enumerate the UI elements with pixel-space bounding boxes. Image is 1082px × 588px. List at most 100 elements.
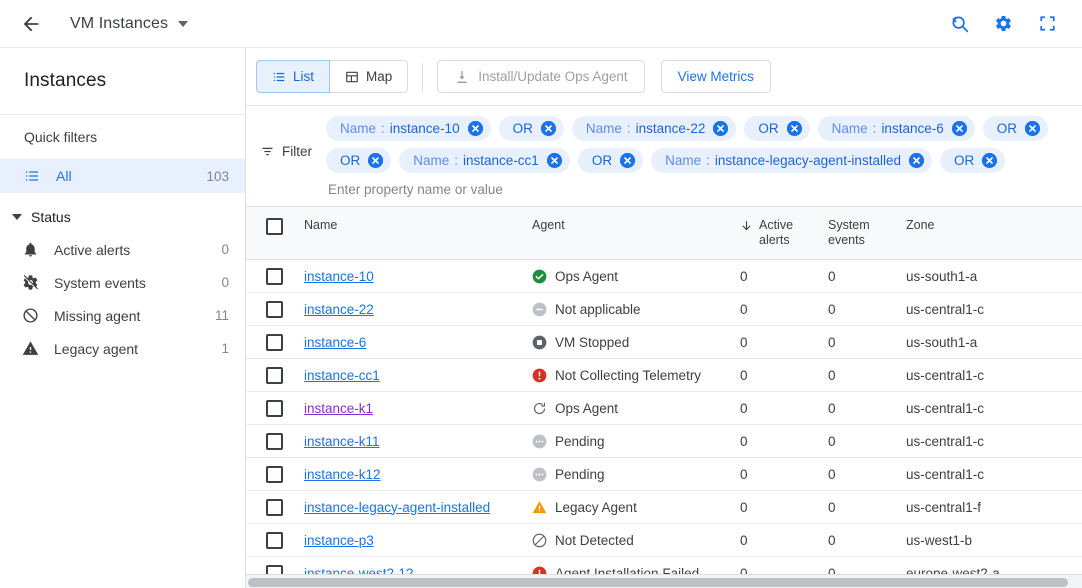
filter-chip-operator-label: OR bbox=[592, 153, 612, 168]
column-header-zone[interactable]: Zone bbox=[906, 207, 1082, 260]
chip-remove-icon[interactable] bbox=[620, 153, 635, 168]
cell-system-events: 0 bbox=[828, 524, 906, 557]
select-all-checkbox[interactable] bbox=[266, 218, 283, 235]
table-row[interactable]: instance-22Not applicable00us-central1-c bbox=[246, 293, 1082, 326]
filter-chip-operator[interactable]: OR bbox=[983, 116, 1048, 141]
agent-status-label: Not applicable bbox=[555, 302, 641, 317]
sidebar-item-missing-agent[interactable]: Missing agent 11 bbox=[0, 299, 245, 332]
table-row[interactable]: instance-10Ops Agent00us-south1-a bbox=[246, 260, 1082, 293]
row-checkbox[interactable] bbox=[266, 466, 283, 483]
chip-remove-icon[interactable] bbox=[1025, 121, 1040, 136]
horizontal-scrollbar[interactable] bbox=[246, 574, 1082, 588]
table-row[interactable]: instance-p3Not Detected00us-west1-b bbox=[246, 524, 1082, 557]
page-title: VM Instances bbox=[70, 15, 168, 33]
horizontal-scrollbar-thumb[interactable] bbox=[248, 578, 1068, 587]
chip-remove-icon[interactable] bbox=[909, 153, 924, 168]
instance-name-link[interactable]: instance-p3 bbox=[304, 533, 374, 548]
row-checkbox[interactable] bbox=[266, 433, 283, 450]
instance-name-link[interactable]: instance-k12 bbox=[304, 467, 381, 482]
table-row[interactable]: instance-west2-12Agent Installation Fail… bbox=[246, 557, 1082, 575]
page-title-dropdown-caret[interactable] bbox=[178, 21, 188, 27]
instance-name-link[interactable]: instance-legacy-agent-installed bbox=[304, 500, 490, 515]
filter-chip-property[interactable]: Name:instance-legacy-agent-installed bbox=[651, 148, 932, 173]
column-header-agent[interactable]: Agent bbox=[532, 207, 740, 260]
table-row[interactable]: instance-k11Pending00us-central1-c bbox=[246, 425, 1082, 458]
table-row[interactable]: instance-6VM Stopped00us-south1-a bbox=[246, 326, 1082, 359]
chip-remove-icon[interactable] bbox=[541, 121, 556, 136]
chip-remove-icon[interactable] bbox=[713, 121, 728, 136]
instance-name-link[interactable]: instance-10 bbox=[304, 269, 374, 284]
instance-name-link[interactable]: instance-k11 bbox=[304, 434, 380, 449]
row-checkbox[interactable] bbox=[266, 268, 283, 285]
install-update-ops-agent-button[interactable]: Install/Update Ops Agent bbox=[437, 60, 644, 93]
filter-chip-operator[interactable]: OR bbox=[326, 148, 391, 173]
fullscreen-icon[interactable] bbox=[1034, 11, 1060, 37]
filter-chip-operator[interactable]: OR bbox=[744, 116, 809, 141]
sidebar-title: Instances bbox=[0, 48, 245, 115]
row-checkbox[interactable] bbox=[266, 499, 283, 516]
row-select-cell bbox=[246, 524, 304, 557]
cell-active-alerts: 0 bbox=[740, 425, 828, 458]
table-row[interactable]: instance-legacy-agent-installedLegacy Ag… bbox=[246, 491, 1082, 524]
row-checkbox[interactable] bbox=[266, 565, 283, 575]
row-select-cell bbox=[246, 293, 304, 326]
back-button[interactable] bbox=[14, 7, 48, 41]
table-body: instance-10Ops Agent00us-south1-ainstanc… bbox=[246, 260, 1082, 575]
filter-chip-operator[interactable]: OR bbox=[499, 116, 564, 141]
sidebar-item-legacy-agent[interactable]: Legacy agent 1 bbox=[0, 332, 245, 365]
chip-remove-icon[interactable] bbox=[982, 153, 997, 168]
filter-chip-operator[interactable]: OR bbox=[578, 148, 643, 173]
check-circle-green-icon bbox=[532, 269, 547, 284]
row-checkbox[interactable] bbox=[266, 400, 283, 417]
zoom-search-icon[interactable] bbox=[946, 11, 972, 37]
column-header-active-alerts[interactable]: Active alerts bbox=[740, 207, 828, 260]
sidebar-item-active-alerts[interactable]: Active alerts 0 bbox=[0, 233, 245, 266]
sidebar-group-status[interactable]: Status bbox=[0, 193, 245, 233]
instance-name-link[interactable]: instance-22 bbox=[304, 302, 374, 317]
chip-remove-icon[interactable] bbox=[952, 121, 967, 136]
cell-name: instance-10 bbox=[304, 260, 532, 293]
instance-name-link[interactable]: instance-6 bbox=[304, 335, 366, 350]
filter-chip-value: instance-cc1 bbox=[463, 153, 539, 168]
top-app-bar: VM Instances bbox=[0, 0, 1082, 48]
toolbar-divider bbox=[422, 63, 423, 91]
tab-list[interactable]: List bbox=[256, 60, 330, 93]
filter-chip-operator-label: OR bbox=[513, 121, 533, 136]
cell-active-alerts: 0 bbox=[740, 392, 828, 425]
tab-map[interactable]: Map bbox=[330, 60, 408, 93]
table-row[interactable]: instance-k12Pending00us-central1-c bbox=[246, 458, 1082, 491]
filter-chip-operator[interactable]: OR bbox=[940, 148, 1005, 173]
instance-name-link[interactable]: instance-cc1 bbox=[304, 368, 380, 383]
chip-remove-icon[interactable] bbox=[787, 121, 802, 136]
row-checkbox[interactable] bbox=[266, 532, 283, 549]
row-checkbox[interactable] bbox=[266, 301, 283, 318]
minus-circle-gray-icon bbox=[532, 302, 547, 317]
error-circle-red-icon bbox=[532, 368, 547, 383]
chip-remove-icon[interactable] bbox=[547, 153, 562, 168]
filter-chip-property[interactable]: Name:instance-22 bbox=[572, 116, 737, 141]
table-row[interactable]: instance-k1Ops Agent00us-central1-c bbox=[246, 392, 1082, 425]
filter-chip-property[interactable]: Name:instance-10 bbox=[326, 116, 491, 141]
filter-chip-property[interactable]: Name:instance-cc1 bbox=[399, 148, 570, 173]
cell-agent: Pending bbox=[532, 458, 740, 491]
column-header-system-events[interactable]: System events bbox=[828, 207, 906, 260]
filter-toggle[interactable]: Filter bbox=[254, 144, 312, 159]
sidebar-item-system-events[interactable]: System events 0 bbox=[0, 266, 245, 299]
gear-icon[interactable] bbox=[990, 11, 1016, 37]
chip-remove-icon[interactable] bbox=[468, 121, 483, 136]
row-checkbox[interactable] bbox=[266, 334, 283, 351]
chip-remove-icon[interactable] bbox=[368, 153, 383, 168]
column-header-name[interactable]: Name bbox=[304, 207, 532, 260]
row-checkbox[interactable] bbox=[266, 367, 283, 384]
filter-chip-property[interactable]: Name:instance-6 bbox=[818, 116, 975, 141]
instance-name-link[interactable]: instance-west2-12 bbox=[304, 566, 414, 575]
view-metrics-button[interactable]: View Metrics bbox=[661, 60, 771, 93]
table-row[interactable]: instance-cc1Not Collecting Telemetry00us… bbox=[246, 359, 1082, 392]
cell-zone: us-central1-c bbox=[906, 392, 1082, 425]
instance-name-link[interactable]: instance-k1 bbox=[304, 401, 373, 416]
filter-chip-separator: : bbox=[454, 153, 458, 168]
filter-input[interactable]: Enter property name or value bbox=[326, 176, 1082, 202]
cell-active-alerts: 0 bbox=[740, 557, 828, 575]
cell-system-events: 0 bbox=[828, 260, 906, 293]
sidebar-item-all[interactable]: All 103 bbox=[0, 159, 245, 193]
